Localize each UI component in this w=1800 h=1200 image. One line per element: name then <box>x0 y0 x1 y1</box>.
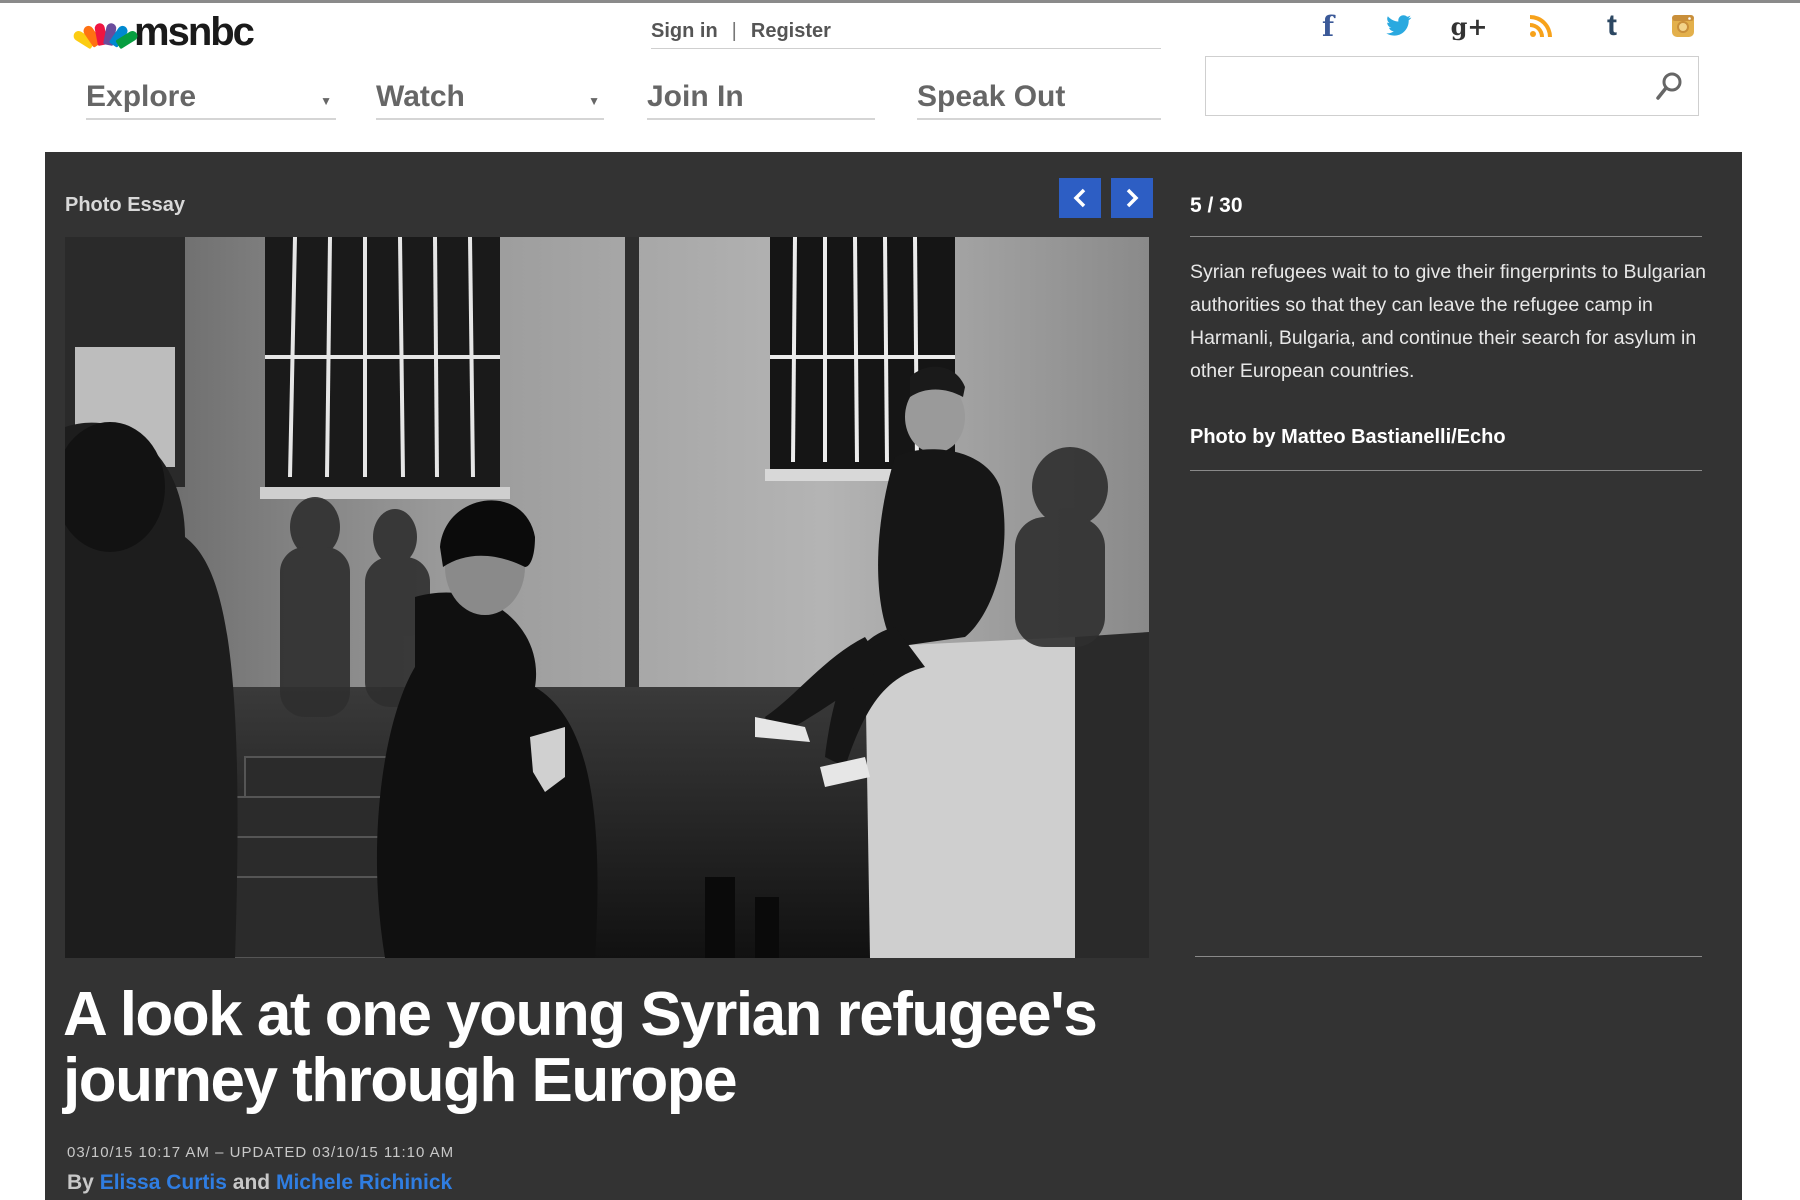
search-box <box>1205 56 1699 116</box>
social-icons: f g+ t <box>1310 8 1710 44</box>
author-link[interactable]: Elissa Curtis <box>100 1171 227 1194</box>
article-headline: A look at one young Syrian refugee's jou… <box>63 980 1098 1115</box>
sign-in-link[interactable]: Sign in <box>651 20 718 43</box>
tumblr-icon[interactable]: t <box>1594 8 1630 44</box>
photo-caption: Syrian refugees wait to to give their fi… <box>1190 261 1706 382</box>
nav-explore[interactable]: Explore ▼ <box>86 76 336 120</box>
prev-photo-button[interactable] <box>1059 178 1101 218</box>
author-link[interactable]: Michele Richinick <box>276 1171 452 1194</box>
facebook-icon[interactable]: f <box>1310 8 1346 44</box>
nav-watch-label: Watch <box>376 80 465 113</box>
chevron-down-icon: ▼ <box>320 94 332 108</box>
byline-prefix: By <box>67 1171 94 1194</box>
nav-join-in-label: Join In <box>647 80 744 113</box>
photo-essay-panel: Photo Essay 5 / 30 Syrian refugees wait … <box>45 152 1742 1200</box>
photo-credit: Photo by Matteo Bastianelli/Echo <box>1190 426 1506 448</box>
chevron-right-icon <box>1126 188 1139 208</box>
search-input[interactable] <box>1216 57 1640 115</box>
nav-explore-label: Explore <box>86 80 197 113</box>
instagram-icon[interactable] <box>1665 8 1701 44</box>
article-byline: By Elissa Curtis and Michele Richinick <box>67 1171 452 1195</box>
top-border <box>0 0 1800 3</box>
nav-speak-out[interactable]: Speak Out <box>917 76 1161 120</box>
gallery-photo[interactable] <box>65 237 1149 958</box>
article-dateline: 03/10/15 10:17 AM – UPDATED 03/10/15 11:… <box>67 1144 455 1161</box>
account-links: Sign in | Register <box>651 14 1161 49</box>
chevron-left-icon <box>1073 188 1086 208</box>
byline-join: and <box>232 1171 271 1194</box>
nav-join-in[interactable]: Join In <box>647 76 875 120</box>
rss-icon[interactable] <box>1523 8 1559 44</box>
chevron-down-icon: ▼ <box>588 94 600 108</box>
account-separator: | <box>731 19 737 42</box>
google-plus-icon[interactable]: g+ <box>1451 8 1488 44</box>
divider <box>1195 956 1702 957</box>
photo-counter: 5 / 30 <box>1190 194 1243 217</box>
nav-watch[interactable]: Watch ▼ <box>376 76 604 120</box>
twitter-icon[interactable] <box>1381 8 1417 44</box>
brand-name: msnbc <box>134 9 255 54</box>
divider <box>1190 236 1702 237</box>
search-icon[interactable] <box>1656 71 1684 106</box>
next-photo-button[interactable] <box>1111 178 1153 218</box>
register-link[interactable]: Register <box>751 20 831 43</box>
msnbc-logo[interactable]: msnbc <box>71 9 255 54</box>
section-label: Photo Essay <box>65 194 186 216</box>
nav-speak-out-label: Speak Out <box>917 80 1066 113</box>
divider <box>1190 470 1702 471</box>
peacock-icon <box>71 17 140 50</box>
